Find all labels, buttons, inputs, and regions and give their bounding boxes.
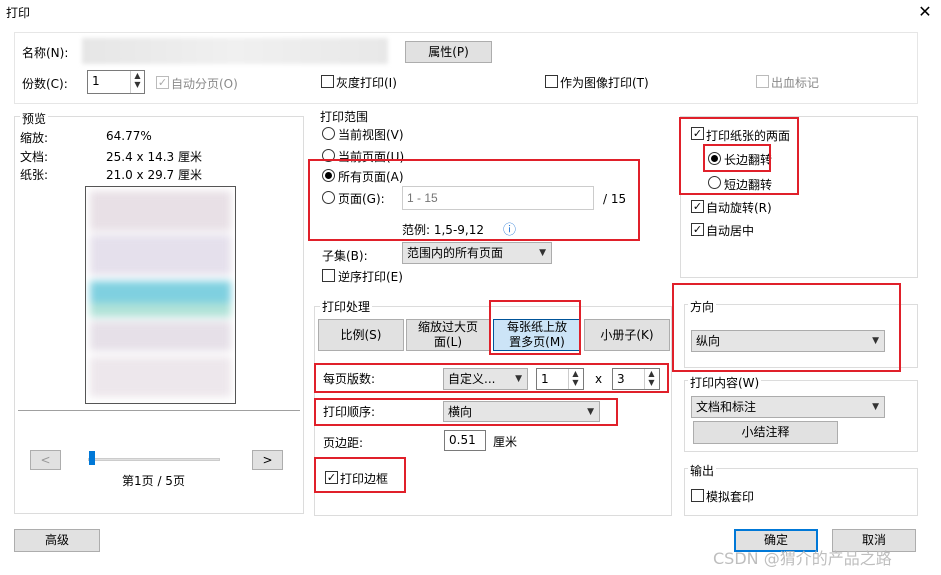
print-content-title: 打印内容(W) [688, 374, 762, 391]
copies-label: 份数(C): [22, 77, 68, 91]
copies-value: 1 [92, 74, 100, 88]
grayscale-checkbox[interactable] [321, 75, 334, 88]
print-content-select[interactable]: 文档和标注 ▼ [691, 396, 885, 418]
subset-select[interactable]: 范围内的所有页面 ▼ [402, 242, 552, 264]
stepper-down-icon[interactable]: ▼ [131, 80, 144, 89]
margin-value: 0.51 [449, 433, 476, 447]
watermark-text: CSDN @猬介的产品之路 [713, 549, 892, 568]
window-title: 打印 [6, 6, 31, 20]
stepper-up-icon[interactable]: ▲ [131, 71, 144, 80]
close-icon[interactable]: ✕ [916, 2, 934, 21]
print-content-value: 文档和标注 [696, 400, 757, 414]
auto-rotate-label: 自动旋转(R) [706, 201, 772, 215]
chevron-down-icon: ▼ [872, 402, 879, 412]
reverse-label: 逆序打印(E) [338, 270, 403, 284]
zoom-value: 64.77% [106, 129, 152, 143]
current-view-label: 当前视图(V) [338, 128, 404, 142]
highlight-multi-tab [489, 300, 581, 355]
tab-scale[interactable]: 比例(S) [318, 319, 404, 351]
simulate-overprint-label: 模拟套印 [706, 490, 755, 504]
collate-checkbox[interactable]: ✓ [156, 76, 169, 89]
copies-stepper[interactable]: ▲ ▼ [130, 71, 144, 93]
paper-size-value: 21.0 x 29.7 厘米 [106, 168, 202, 182]
printer-name-label: 名称(N): [22, 46, 69, 60]
highlight-long-edge [703, 144, 771, 172]
simulate-overprint-checkbox[interactable] [691, 489, 704, 502]
preview-divider [18, 410, 300, 411]
print-as-image-label: 作为图像打印(T) [560, 76, 649, 90]
collate-label: 自动分页(O) [171, 77, 238, 91]
margin-label: 页边距: [323, 436, 364, 450]
highlight-all-pages [308, 159, 640, 241]
advanced-button[interactable]: 高级 [14, 529, 100, 552]
page-slider-track[interactable] [88, 458, 220, 461]
tab-fit[interactable]: 缩放过大页面(L) [406, 319, 490, 351]
subset-value: 范围内的所有页面 [407, 246, 504, 260]
page-slider-thumb[interactable] [89, 451, 95, 465]
bleed-marks-checkbox[interactable] [756, 75, 769, 88]
grayscale-label: 灰度打印(I) [336, 76, 397, 90]
doc-size-value: 25.4 x 14.3 厘米 [106, 150, 202, 164]
subset-label: 子集(B): [322, 249, 368, 263]
print-range-title: 打印范围 [320, 110, 369, 124]
paper-size-label: 纸张: [20, 168, 49, 182]
print-handling-title: 打印处理 [320, 298, 373, 315]
doc-size-label: 文档: [20, 150, 49, 164]
highlight-orientation [672, 283, 901, 372]
auto-center-label: 自动居中 [706, 224, 755, 238]
preview-content-blur [90, 191, 231, 399]
output-title: 输出 [688, 462, 717, 479]
auto-center-checkbox[interactable]: ✓ [691, 223, 704, 236]
tab-booklet[interactable]: 小册子(K) [584, 319, 670, 351]
current-view-radio[interactable] [322, 127, 335, 140]
page-preview [85, 186, 236, 404]
prev-page-button[interactable]: < [30, 450, 61, 470]
margin-unit: 厘米 [493, 435, 518, 449]
preview-title: 预览 [20, 110, 49, 127]
properties-button[interactable]: 属性(P) [405, 41, 492, 63]
printer-name-field[interactable] [82, 38, 388, 64]
summarize-comments-button[interactable]: 小结注释 [693, 421, 838, 444]
next-page-button[interactable]: > [252, 450, 283, 470]
highlight-page-order [314, 398, 618, 426]
chevron-down-icon: ▼ [539, 248, 546, 258]
print-as-image-checkbox[interactable] [545, 75, 558, 88]
auto-rotate-checkbox[interactable]: ✓ [691, 200, 704, 213]
page-indicator: 第1页 / 5页 [122, 474, 185, 488]
highlight-pages-per-sheet [314, 363, 669, 393]
reverse-checkbox[interactable] [322, 269, 335, 282]
zoom-label: 缩放: [20, 131, 49, 145]
highlight-print-border [314, 457, 406, 493]
bleed-marks-label: 出血标记 [771, 76, 820, 90]
margin-input[interactable]: 0.51 [444, 430, 486, 451]
